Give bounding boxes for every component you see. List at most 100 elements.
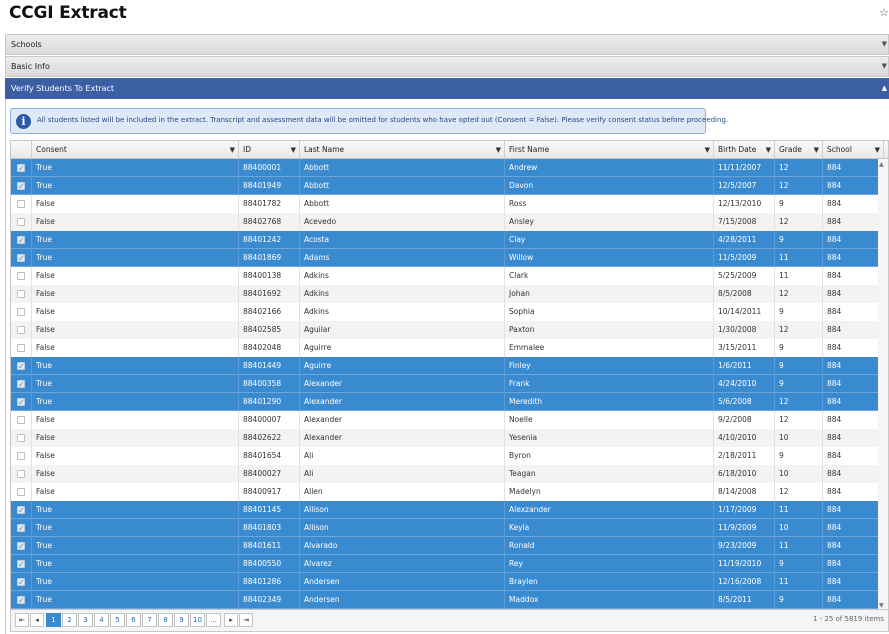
table-row[interactable]: True88401803AllisonKeyla11/9/200910884	[11, 519, 888, 537]
scroll-up-icon[interactable]: ▲	[879, 161, 884, 168]
row-checkbox[interactable]	[17, 200, 25, 208]
column-header-first-name[interactable]: First Name ▼	[505, 141, 714, 159]
cell-consent: True	[32, 591, 239, 609]
page-button[interactable]: 2	[62, 613, 77, 627]
page-button[interactable]: ...	[206, 613, 221, 627]
row-checkbox[interactable]	[17, 520, 25, 537]
cell-last-name: Allen	[300, 483, 505, 501]
table-row[interactable]: False 88400917 Allen Madelyn 8/14/2008 12 884	[11, 483, 888, 501]
page-button[interactable]: 3	[78, 613, 93, 627]
table-row[interactable]: True88400358AlexanderFrank4/24/20109884	[11, 375, 888, 393]
row-checkbox[interactable]	[17, 232, 25, 249]
row-checkbox[interactable]	[17, 250, 25, 267]
pin-icon[interactable]: ☆	[879, 7, 889, 19]
row-checkbox[interactable]	[17, 488, 25, 496]
filter-icon[interactable]: ▼	[291, 141, 296, 159]
first-page-button[interactable]: ⇤	[15, 613, 29, 627]
last-page-button[interactable]: ⇥	[239, 613, 253, 627]
table-row[interactable]: True88401949AbbottDavon12/5/200712884	[11, 177, 888, 195]
table-row[interactable]: True88401286AndersenBraylen12/16/2008118…	[11, 573, 888, 591]
table-row[interactable]: False 88402768 Acevedo Ansley 7/15/2008 12 884	[11, 213, 888, 231]
cell-first-name: Ross	[505, 195, 714, 213]
filter-icon[interactable]: ▼	[230, 141, 235, 159]
row-checkbox[interactable]	[17, 416, 25, 424]
vertical-scrollbar[interactable]: ▲ ▼	[878, 159, 888, 609]
row-checkbox[interactable]	[17, 452, 25, 460]
row-checkbox[interactable]	[17, 326, 25, 334]
column-header-consent[interactable]: Consent ▼	[32, 141, 239, 159]
row-checkbox[interactable]	[17, 574, 25, 591]
page-button[interactable]: 6	[126, 613, 141, 627]
row-checkbox[interactable]	[17, 538, 25, 555]
row-checkbox[interactable]	[17, 218, 25, 226]
row-select-cell	[11, 249, 32, 267]
cell-grade: 11	[775, 537, 823, 555]
filter-icon[interactable]: ▼	[705, 141, 710, 159]
row-checkbox[interactable]	[17, 470, 25, 478]
row-checkbox[interactable]	[17, 272, 25, 280]
row-checkbox[interactable]	[17, 308, 25, 316]
page-button[interactable]: 7	[142, 613, 157, 627]
filter-icon[interactable]: ▼	[496, 141, 501, 159]
cell-first-name: Clark	[505, 267, 714, 285]
row-checkbox[interactable]	[17, 178, 25, 195]
table-row[interactable]: False 88400027 Ali Teagan 6/18/2010 10 884	[11, 465, 888, 483]
cell-last-name: Abbott	[300, 195, 505, 213]
row-checkbox[interactable]	[17, 358, 25, 375]
section-verify-students[interactable]: Verify Students To Extract ▲	[5, 78, 889, 99]
cell-consent: False	[32, 267, 239, 285]
page-button[interactable]: 5	[110, 613, 125, 627]
table-row[interactable]: True88401242AcostaClay4/28/20119884	[11, 231, 888, 249]
filter-icon[interactable]: ▼	[814, 141, 819, 159]
page-button[interactable]: 8	[158, 613, 173, 627]
row-checkbox[interactable]	[17, 344, 25, 352]
table-row[interactable]: False 88401782 Abbott Ross 12/13/2010 9 884	[11, 195, 888, 213]
page-button[interactable]: 1	[46, 613, 61, 627]
section-basic-info[interactable]: Basic Info ▼	[5, 56, 889, 77]
row-checkbox[interactable]	[17, 394, 25, 411]
scroll-down-icon[interactable]: ▼	[879, 602, 884, 609]
prev-page-button[interactable]: ◂	[30, 613, 44, 627]
table-row[interactable]: False 88401654 Ali Byron 2/18/2011 9 884	[11, 447, 888, 465]
row-checkbox[interactable]	[17, 556, 25, 573]
cell-last-name: Andersen	[300, 573, 505, 591]
table-row[interactable]: True88401145AllisonAlexzander1/17/200911…	[11, 501, 888, 519]
table-row[interactable]: True88402349AndersenMaddox8/5/20119884	[11, 591, 888, 609]
column-header-id[interactable]: ID ▼	[239, 141, 300, 159]
next-page-button[interactable]: ▸	[224, 613, 238, 627]
row-checkbox[interactable]	[17, 290, 25, 298]
page-button[interactable]: 9	[174, 613, 189, 627]
table-row[interactable]: True88400001AbbottAndrew11/11/200712884	[11, 159, 888, 177]
column-header-last-name[interactable]: Last Name ▼	[300, 141, 505, 159]
column-header-grade[interactable]: Grade ▼	[775, 141, 823, 159]
row-checkbox[interactable]	[17, 376, 25, 393]
filter-icon[interactable]: ▼	[875, 141, 880, 159]
column-header-school[interactable]: School ▼	[823, 141, 884, 159]
page-button[interactable]: 4	[94, 613, 109, 627]
cell-consent: True	[32, 159, 239, 177]
cell-id: 88400001	[239, 159, 300, 177]
table-row[interactable]: True88400550AlvarezRey11/19/20109884	[11, 555, 888, 573]
table-row[interactable]: True88401869AdamsWillow11/5/200911884	[11, 249, 888, 267]
table-row[interactable]: False 88402622 Alexander Yesenia 4/10/2010 10…	[11, 429, 888, 447]
chevron-up-icon: ▲	[881, 84, 887, 92]
cell-last-name: Allison	[300, 519, 505, 537]
row-checkbox[interactable]	[17, 502, 25, 519]
table-row[interactable]: False 88400007 Alexander Noelle 9/2/2008 12 88…	[11, 411, 888, 429]
column-header-birth-date[interactable]: Birth Date ▼	[714, 141, 775, 159]
table-row[interactable]: False 88401692 Adkins Johan 8/5/2008 12 884	[11, 285, 888, 303]
section-schools[interactable]: Schools ▼	[5, 34, 889, 55]
table-row[interactable]: True88401290AlexanderMeredith5/6/2008128…	[11, 393, 888, 411]
row-checkbox[interactable]	[17, 434, 25, 442]
table-row[interactable]: True88401449AguirreFinley1/6/20119884	[11, 357, 888, 375]
table-row[interactable]: False 88402048 Aguirre Emmalee 3/15/2011 9 884	[11, 339, 888, 357]
table-row[interactable]: False 88402585 Aguilar Paxton 1/30/2008 12 884	[11, 321, 888, 339]
page-button[interactable]: 10	[190, 613, 205, 627]
table-row[interactable]: True88401611AlvaradoRonald9/23/200911884	[11, 537, 888, 555]
row-checkbox[interactable]	[17, 160, 25, 177]
table-row[interactable]: False 88400138 Adkins Clark 5/25/2009 11 884	[11, 267, 888, 285]
filter-icon[interactable]: ▼	[766, 141, 771, 159]
row-checkbox[interactable]	[17, 592, 25, 609]
table-row[interactable]: False 88402166 Adkins Sophia 10/14/2011 9 884	[11, 303, 888, 321]
select-all-header[interactable]	[11, 141, 32, 159]
